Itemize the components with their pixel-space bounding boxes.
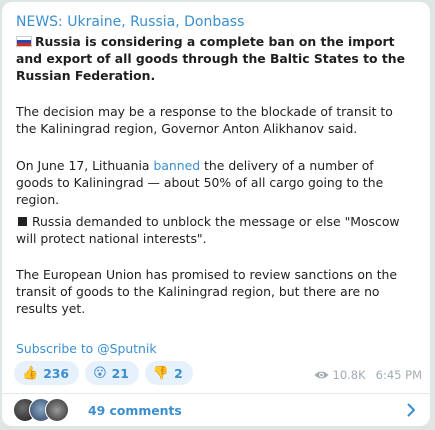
surprised-face-icon: 😮 — [93, 365, 107, 381]
reaction-thumbs-up[interactable]: 👍 236 — [14, 361, 80, 385]
message-bubble: NEWS: Ukraine, Russia, Donbass Russia is… — [2, 2, 430, 426]
message-meta: 10.8K 6:45 PM — [314, 368, 422, 382]
reaction-surprised[interactable]: 😮 21 — [85, 361, 139, 385]
reaction-count: 2 — [174, 365, 183, 381]
paragraph-2: On June 17, Lithuania banned the deliver… — [16, 157, 414, 208]
banned-link[interactable]: banned — [153, 158, 200, 173]
paragraph-1: The decision may be a response to the bl… — [16, 104, 393, 136]
thumbs-up-icon: 👍 — [22, 365, 39, 381]
paragraph-4: The European Union has promised to revie… — [16, 267, 398, 316]
channel-title[interactable]: NEWS: Ukraine, Russia, Donbass — [16, 14, 244, 30]
chevron-right-icon — [407, 403, 415, 417]
eye-icon — [314, 371, 328, 379]
view-count: 10.8K — [332, 368, 366, 382]
post-headline: Russia is considering a complete ban on … — [16, 33, 414, 84]
headline-text: Russia is considering a complete ban on … — [16, 34, 405, 83]
black-square-icon — [18, 217, 27, 226]
comments-count: 49 comments — [88, 402, 182, 418]
reaction-thumbs-down[interactable]: 👎 2 — [144, 361, 193, 385]
thumbs-down-icon: 👎 — [152, 365, 170, 381]
reaction-count: 21 — [111, 365, 129, 381]
paragraph-3-text: Russia demanded to unblock the message o… — [16, 214, 400, 246]
commenter-avatars — [13, 398, 75, 422]
reaction-count: 236 — [43, 365, 70, 381]
paragraph-3: Russia demanded to unblock the message o… — [16, 213, 414, 247]
message-time: 6:45 PM — [375, 368, 422, 382]
reactions-bar: 👍 236 😮 21 👎 2 — [14, 361, 193, 385]
avatar — [45, 398, 69, 422]
russia-flag-icon — [16, 36, 32, 47]
subscribe-link[interactable]: Subscribe to @Sputnik — [16, 341, 157, 356]
comments-button[interactable]: 49 comments — [2, 394, 430, 426]
paragraph-2-start: On June 17, Lithuania — [16, 158, 154, 173]
